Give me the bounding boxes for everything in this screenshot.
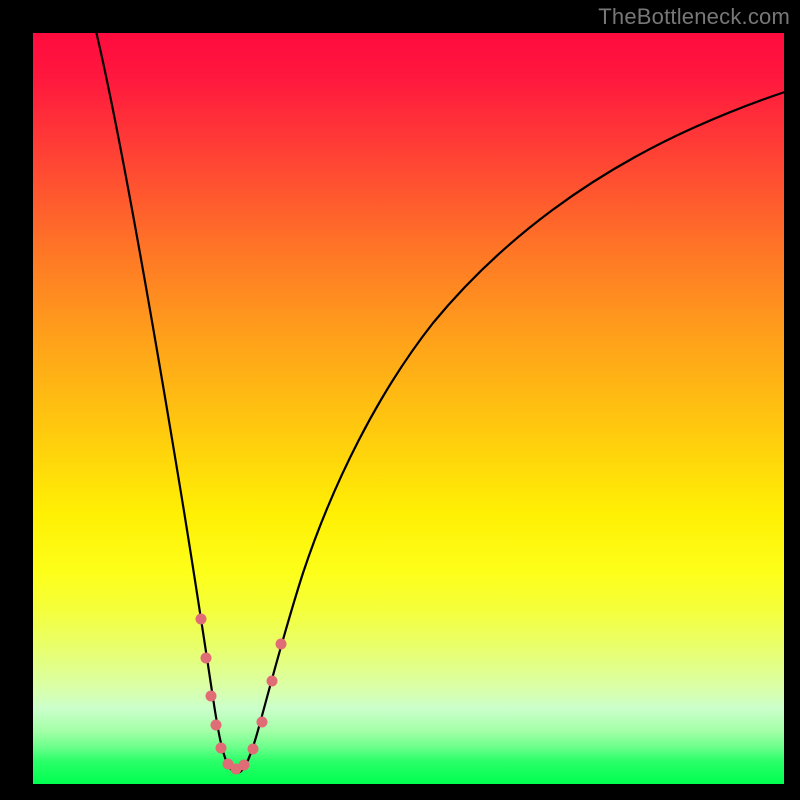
data-marker xyxy=(267,676,278,687)
data-marker xyxy=(201,653,212,664)
curve-path xyxy=(89,33,784,773)
data-marker xyxy=(196,614,207,625)
data-marker xyxy=(276,639,287,650)
plot-area xyxy=(33,33,784,784)
data-marker xyxy=(239,760,250,771)
data-marker xyxy=(216,743,227,754)
chart-frame: TheBottleneck.com xyxy=(0,0,800,800)
data-marker xyxy=(248,744,259,755)
watermark-text: TheBottleneck.com xyxy=(598,4,790,30)
data-marker xyxy=(257,717,268,728)
data-marker xyxy=(211,720,222,731)
data-marker xyxy=(206,691,217,702)
bottleneck-curve xyxy=(33,33,784,784)
data-marker xyxy=(231,764,242,775)
data-marker xyxy=(223,759,234,770)
